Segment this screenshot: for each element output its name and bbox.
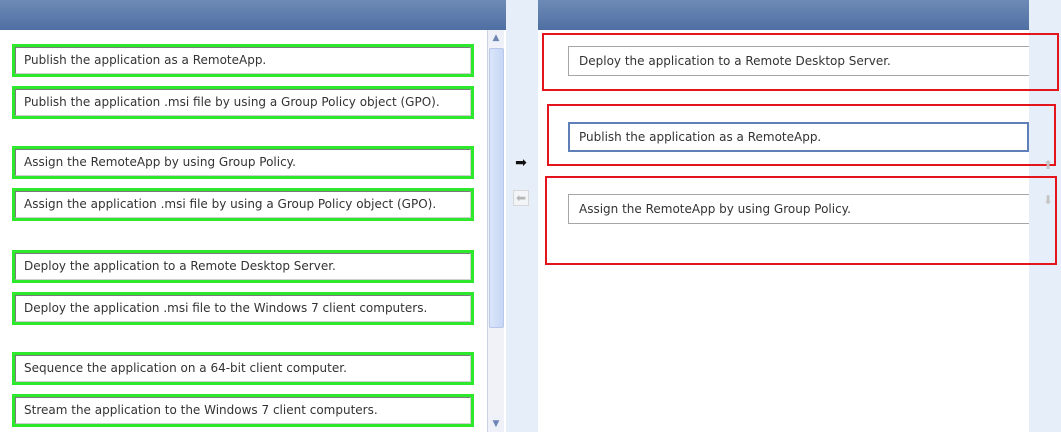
scroll-up-icon[interactable]: ▲ (488, 30, 504, 46)
scrollbar-thumb[interactable] (489, 48, 504, 328)
answer-slot-label: Deploy the application to a Remote Deskt… (579, 54, 891, 68)
arrow-right-icon[interactable]: ➡ (513, 155, 529, 171)
move-controls: ➡ ⬅ (506, 0, 538, 432)
source-list-scrollbar[interactable]: ▲ ▼ (487, 30, 504, 432)
source-item-publish-remoteapp[interactable]: Publish the application as a RemoteApp. (12, 44, 474, 77)
list-item-label: Assign the application .msi file by usin… (15, 191, 471, 218)
list-item-label: Publish the application as a RemoteApp. (15, 47, 471, 74)
arrow-down-icon[interactable]: ⬇ (1040, 192, 1056, 208)
source-item-publish-msi-gpo[interactable]: Publish the application .msi file by usi… (12, 86, 474, 119)
answer-slot-2[interactable]: Publish the application as a RemoteApp. (568, 122, 1029, 152)
source-item-assign-remoteapp[interactable]: Assign the RemoteApp by using Group Poli… (12, 146, 474, 179)
answer-slot-3[interactable]: Assign the RemoteApp by using Group Poli… (568, 194, 1029, 224)
source-item-deploy-msi-clients[interactable]: Deploy the application .msi file to the … (12, 292, 474, 325)
answer-slot-1[interactable]: Deploy the application to a Remote Deskt… (568, 46, 1029, 76)
list-item-label: Sequence the application on a 64-bit cli… (15, 355, 471, 382)
answer-slot-label: Assign the RemoteApp by using Group Poli… (579, 202, 851, 216)
answer-panel: Deploy the application to a Remote Deskt… (538, 0, 1061, 432)
arrow-up-icon[interactable]: ⬆ (1040, 157, 1056, 173)
source-item-assign-msi-gpo[interactable]: Assign the application .msi file by usin… (12, 188, 474, 221)
source-item-deploy-rds[interactable]: Deploy the application to a Remote Deskt… (12, 250, 474, 283)
scroll-down-icon[interactable]: ▼ (488, 416, 504, 432)
list-item-label: Publish the application .msi file by usi… (15, 89, 471, 116)
source-item-sequence-64bit[interactable]: Sequence the application on a 64-bit cli… (12, 352, 474, 385)
source-item-stream-clients[interactable]: Stream the application to the Windows 7 … (12, 394, 474, 427)
source-panel-header (0, 0, 506, 30)
answer-slot-label: Publish the application as a RemoteApp. (579, 130, 822, 144)
answer-panel-header (538, 0, 1029, 30)
list-item-label: Deploy the application to a Remote Deskt… (15, 253, 471, 280)
list-item-label: Stream the application to the Windows 7 … (15, 397, 471, 424)
list-item-label: Deploy the application .msi file to the … (15, 295, 471, 322)
order-controls (1029, 0, 1061, 432)
list-item-label: Assign the RemoteApp by using Group Poli… (15, 149, 471, 176)
arrow-left-icon[interactable]: ⬅ (513, 190, 529, 206)
source-list: Publish the application as a RemoteApp. … (0, 30, 487, 432)
source-panel: Publish the application as a RemoteApp. … (0, 0, 506, 432)
